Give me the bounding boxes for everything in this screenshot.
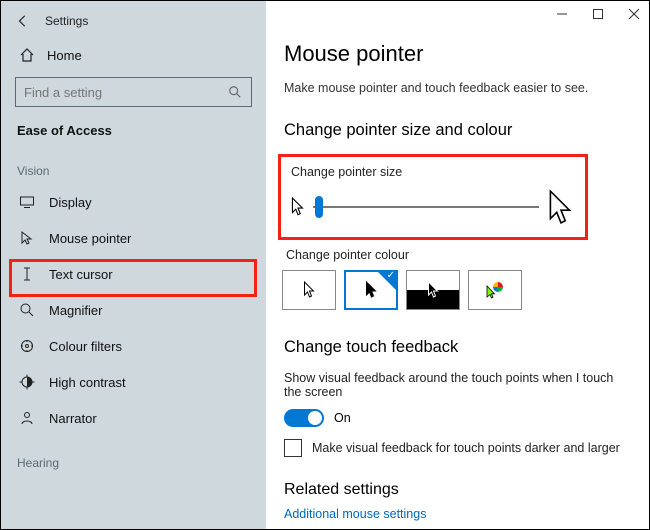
magnifier-icon <box>19 302 35 318</box>
close-button[interactable] <box>627 7 641 21</box>
minimize-button[interactable] <box>555 7 569 21</box>
touch-feedback-desc: Show visual feedback around the touch po… <box>284 371 625 399</box>
sidebar-item-label: Mouse pointer <box>49 231 131 246</box>
colour-option-black[interactable] <box>344 270 398 310</box>
sidebar-item-magnifier[interactable]: Magnifier <box>1 292 266 328</box>
toggle-knob <box>308 411 322 425</box>
cursor-large-icon <box>547 189 575 225</box>
highlight-pointer-size: Change pointer size <box>278 154 588 240</box>
sidebar-item-label: Text cursor <box>49 267 113 282</box>
pointer-colour-label: Change pointer colour <box>286 248 623 262</box>
page-subtitle: Make mouse pointer and touch feedback ea… <box>284 81 625 95</box>
home-icon <box>19 47 35 63</box>
slider-track <box>313 206 539 208</box>
section-size-title: Change pointer size and colour <box>284 121 625 140</box>
cursor-small-icon <box>291 197 305 217</box>
colour-filters-icon <box>19 338 35 354</box>
sidebar-item-label: Narrator <box>49 411 97 426</box>
darker-larger-checkbox[interactable] <box>284 439 302 457</box>
narrator-icon <box>19 410 35 426</box>
touch-feedback-toggle[interactable] <box>284 409 324 427</box>
page-title: Mouse pointer <box>284 41 625 67</box>
sidebar-group-vision: Vision <box>1 144 266 184</box>
sidebar-item-narrator[interactable]: Narrator <box>1 400 266 436</box>
window-title: Settings <box>45 14 88 28</box>
sidebar-home-label: Home <box>47 48 82 63</box>
display-icon <box>19 194 35 210</box>
related-settings-title: Related settings <box>284 481 625 499</box>
sidebar-item-display[interactable]: Display <box>1 184 266 220</box>
additional-mouse-settings-link[interactable]: Additional mouse settings <box>284 507 625 521</box>
toggle-state-label: On <box>334 411 351 425</box>
pointer-size-label: Change pointer size <box>291 165 575 179</box>
sidebar-group-hearing: Hearing <box>1 436 266 476</box>
pointer-size-slider[interactable] <box>313 197 539 217</box>
sidebar-section-title: Ease of Access <box>1 117 266 144</box>
sidebar-item-high-contrast[interactable]: High contrast <box>1 364 266 400</box>
sidebar-item-label: Magnifier <box>49 303 102 318</box>
slider-thumb[interactable] <box>315 196 323 218</box>
colour-option-inverted[interactable] <box>406 270 460 310</box>
search-icon <box>228 85 242 99</box>
sidebar-item-mouse-pointer[interactable]: Mouse pointer <box>1 220 266 256</box>
sidebar-item-label: High contrast <box>49 375 126 390</box>
high-contrast-icon <box>19 374 35 390</box>
sidebar-item-label: Colour filters <box>49 339 122 354</box>
maximize-button[interactable] <box>591 7 605 21</box>
back-button[interactable] <box>15 13 31 29</box>
colour-option-custom[interactable] <box>468 270 522 310</box>
mouse-pointer-icon <box>19 230 35 246</box>
sidebar-home[interactable]: Home <box>1 39 266 71</box>
darker-larger-label: Make visual feedback for touch points da… <box>312 441 620 455</box>
search-input[interactable] <box>15 77 252 107</box>
text-cursor-icon <box>19 266 35 282</box>
section-touch-title: Change touch feedback <box>284 338 625 357</box>
sidebar-item-colour-filters[interactable]: Colour filters <box>1 328 266 364</box>
sidebar-item-text-cursor[interactable]: Text cursor <box>1 256 266 292</box>
sidebar-item-label: Display <box>49 195 92 210</box>
colour-option-white[interactable] <box>282 270 336 310</box>
